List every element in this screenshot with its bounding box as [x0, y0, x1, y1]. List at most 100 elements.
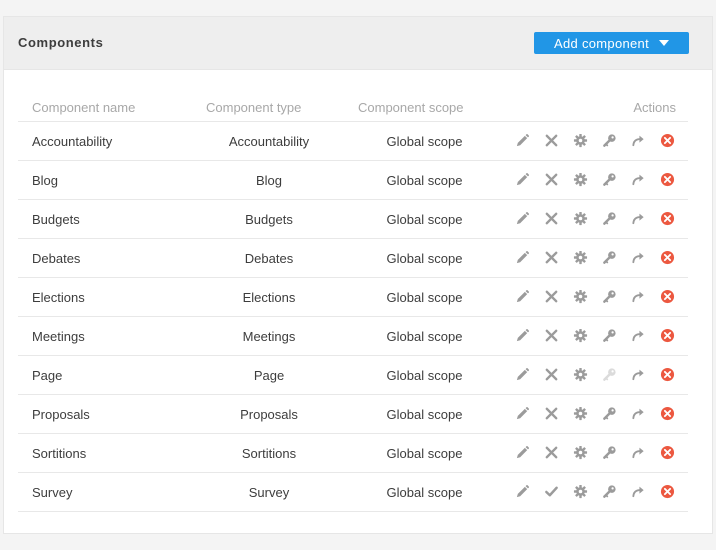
- gear-icon[interactable]: [571, 326, 589, 344]
- key-icon[interactable]: [600, 131, 618, 149]
- x-icon[interactable]: [542, 326, 560, 344]
- component-name: Blog: [18, 160, 192, 200]
- action-icons: [513, 482, 676, 500]
- action-icons: [513, 248, 676, 266]
- pencil-icon[interactable]: [513, 287, 531, 305]
- gear-icon[interactable]: [571, 248, 589, 266]
- gear-icon[interactable]: [571, 287, 589, 305]
- add-component-button[interactable]: Add component: [534, 32, 689, 54]
- delete-circle-icon[interactable]: [658, 131, 676, 149]
- table-row: Elections Elections Global scope: [18, 277, 688, 317]
- key-icon[interactable]: [600, 443, 618, 461]
- share-arrow-icon[interactable]: [629, 209, 647, 227]
- share-arrow-icon[interactable]: [629, 365, 647, 383]
- row-actions: [503, 316, 688, 356]
- key-icon: [600, 365, 618, 383]
- component-scope: Global scope: [346, 121, 503, 161]
- component-type: Accountability: [192, 121, 346, 161]
- share-arrow-icon[interactable]: [629, 287, 647, 305]
- component-type: Blog: [192, 160, 346, 200]
- key-icon[interactable]: [600, 170, 618, 188]
- table-row: Blog Blog Global scope: [18, 160, 688, 200]
- row-actions: [503, 472, 688, 512]
- pencil-icon[interactable]: [513, 170, 531, 188]
- x-icon[interactable]: [542, 365, 560, 383]
- delete-circle-icon[interactable]: [658, 248, 676, 266]
- gear-icon[interactable]: [571, 170, 589, 188]
- gear-icon[interactable]: [571, 404, 589, 422]
- pencil-icon[interactable]: [513, 482, 531, 500]
- component-name: Sortitions: [18, 433, 192, 473]
- share-arrow-icon[interactable]: [629, 248, 647, 266]
- delete-circle-icon[interactable]: [658, 365, 676, 383]
- action-icons: [513, 131, 676, 149]
- delete-circle-icon[interactable]: [658, 482, 676, 500]
- components-card: Components Add component Component name …: [3, 16, 713, 534]
- pencil-icon[interactable]: [513, 209, 531, 227]
- gear-icon[interactable]: [571, 365, 589, 383]
- action-icons: [513, 443, 676, 461]
- header-component-scope: Component scope: [346, 93, 503, 122]
- component-scope: Global scope: [346, 472, 503, 512]
- component-scope: Global scope: [346, 238, 503, 278]
- table-row: Accountability Accountability Global scope: [18, 121, 688, 161]
- check-icon[interactable]: [542, 482, 560, 500]
- key-icon[interactable]: [600, 248, 618, 266]
- component-name: Budgets: [18, 199, 192, 239]
- share-arrow-icon[interactable]: [629, 326, 647, 344]
- pencil-icon[interactable]: [513, 326, 531, 344]
- share-arrow-icon[interactable]: [629, 482, 647, 500]
- x-icon[interactable]: [542, 404, 560, 422]
- share-arrow-icon[interactable]: [629, 170, 647, 188]
- pencil-icon[interactable]: [513, 365, 531, 383]
- pencil-icon[interactable]: [513, 248, 531, 266]
- row-actions: [503, 121, 688, 161]
- pencil-icon[interactable]: [513, 131, 531, 149]
- delete-circle-icon[interactable]: [658, 404, 676, 422]
- component-name: Debates: [18, 238, 192, 278]
- delete-circle-icon[interactable]: [658, 326, 676, 344]
- action-icons: [513, 365, 676, 383]
- share-arrow-icon[interactable]: [629, 404, 647, 422]
- component-scope: Global scope: [346, 355, 503, 395]
- card-header: Components Add component: [4, 17, 712, 70]
- x-icon[interactable]: [542, 287, 560, 305]
- x-icon[interactable]: [542, 443, 560, 461]
- delete-circle-icon[interactable]: [658, 209, 676, 227]
- x-icon[interactable]: [542, 248, 560, 266]
- delete-circle-icon[interactable]: [658, 287, 676, 305]
- component-type: Budgets: [192, 199, 346, 239]
- header-component-type: Component type: [192, 93, 346, 122]
- x-icon[interactable]: [542, 131, 560, 149]
- component-name: Elections: [18, 277, 192, 317]
- delete-circle-icon[interactable]: [658, 443, 676, 461]
- share-arrow-icon[interactable]: [629, 443, 647, 461]
- gear-icon[interactable]: [571, 482, 589, 500]
- component-name: Page: [18, 355, 192, 395]
- gear-icon[interactable]: [571, 443, 589, 461]
- table-body: Accountability Accountability Global scope…: [18, 121, 688, 512]
- pencil-icon[interactable]: [513, 404, 531, 422]
- component-scope: Global scope: [346, 160, 503, 200]
- table-row: Page Page Global scope: [18, 355, 688, 395]
- x-icon[interactable]: [542, 170, 560, 188]
- key-icon[interactable]: [600, 482, 618, 500]
- x-icon[interactable]: [542, 209, 560, 227]
- gear-icon[interactable]: [571, 131, 589, 149]
- pencil-icon[interactable]: [513, 443, 531, 461]
- key-icon[interactable]: [600, 404, 618, 422]
- gear-icon[interactable]: [571, 209, 589, 227]
- header-actions: Actions: [503, 93, 688, 122]
- component-name: Accountability: [18, 121, 192, 161]
- row-actions: [503, 394, 688, 434]
- table-row: Debates Debates Global scope: [18, 238, 688, 278]
- row-actions: [503, 160, 688, 200]
- share-arrow-icon[interactable]: [629, 131, 647, 149]
- key-icon[interactable]: [600, 326, 618, 344]
- header-component-name: Component name: [18, 93, 192, 122]
- action-icons: [513, 170, 676, 188]
- key-icon[interactable]: [600, 287, 618, 305]
- component-scope: Global scope: [346, 277, 503, 317]
- key-icon[interactable]: [600, 209, 618, 227]
- delete-circle-icon[interactable]: [658, 170, 676, 188]
